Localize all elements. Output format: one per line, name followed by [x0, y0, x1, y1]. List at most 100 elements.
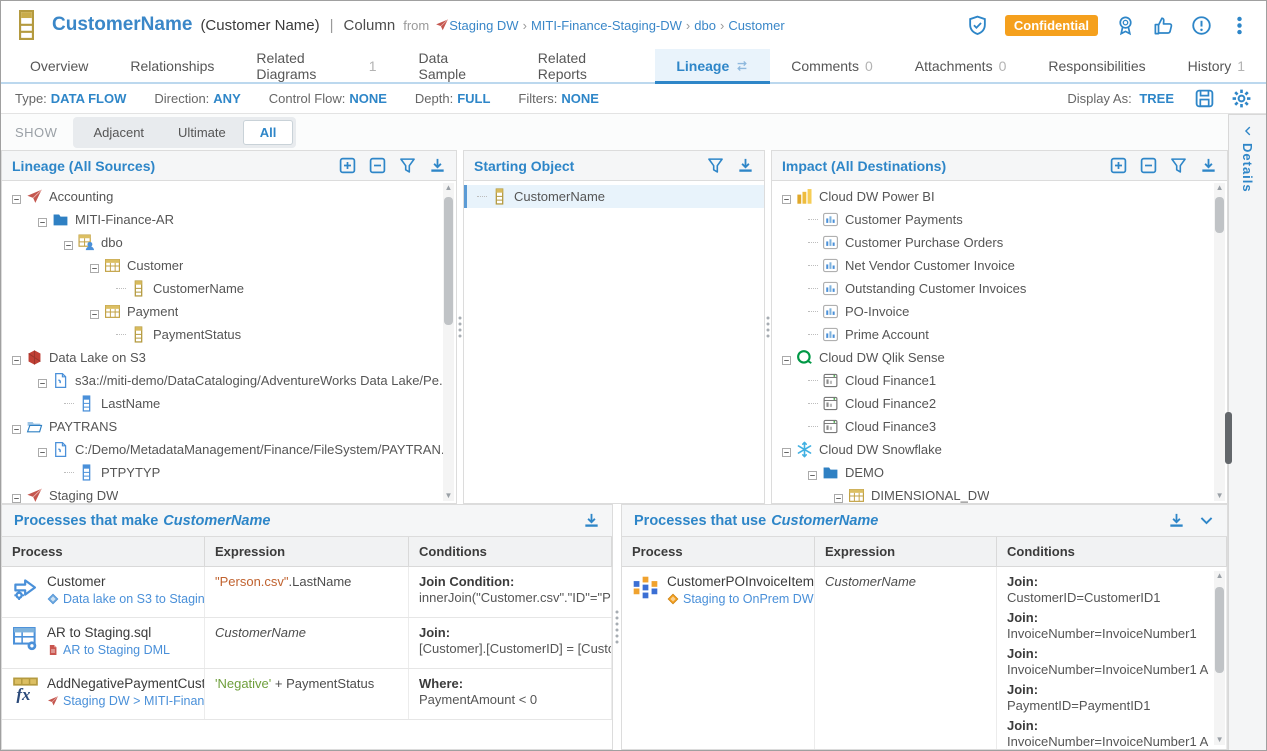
filter-filters-[interactable]: Filters:NONE	[518, 91, 599, 106]
kebab-menu-icon[interactable]	[1229, 15, 1250, 36]
filter-icon[interactable]	[707, 157, 724, 174]
download-icon[interactable]	[1168, 512, 1185, 529]
tree-item[interactable]: MITI-Finance-AR	[2, 208, 456, 231]
process-sublink[interactable]: Data lake on S3 to Staging	[47, 592, 194, 606]
award-ribbon-icon[interactable]	[1115, 15, 1136, 36]
filter-value[interactable]: ANY	[213, 91, 240, 106]
tree-item[interactable]: Cloud DW Qlik Sense	[772, 346, 1227, 369]
tree-expander[interactable]	[834, 491, 843, 500]
tree-item[interactable]: DIMENSIONAL_DW	[772, 484, 1227, 503]
tree-item[interactable]: Accounting	[2, 185, 456, 208]
process-sublink-label[interactable]: Staging DW > MITI-Finance	[63, 694, 205, 708]
tree-item-label[interactable]: DIMENSIONAL_DW	[871, 488, 989, 503]
tree-item-label[interactable]: Net Vendor Customer Invoice	[845, 258, 1015, 273]
tree-expander[interactable]	[90, 307, 99, 316]
tree-item[interactable]: s3a://miti-demo/DataCataloging/Adventure…	[2, 369, 456, 392]
tree-item-label[interactable]: Staging DW	[49, 488, 118, 503]
display-as-value[interactable]: TREE	[1139, 91, 1174, 106]
column-header-process[interactable]: Process	[622, 537, 815, 566]
tree-expander[interactable]	[12, 491, 21, 500]
tree-item-label[interactable]: Cloud DW Snowflake	[819, 442, 942, 457]
process-sublink-label[interactable]: AR to Staging DML	[63, 643, 170, 657]
tree-item-label[interactable]: LastName	[101, 396, 160, 411]
show-option-adjacent[interactable]: Adjacent	[76, 120, 161, 145]
filter-direction-[interactable]: Direction:ANY	[154, 91, 240, 106]
sources-scrollbar[interactable]: ▲ ▼	[443, 183, 454, 501]
tab-related-diagrams[interactable]: Related Diagrams1	[235, 49, 397, 82]
tree-item[interactable]: Staging DW	[2, 484, 456, 503]
tree-item-label[interactable]: Customer Purchase Orders	[845, 235, 1003, 250]
filter-control-flow-[interactable]: Control Flow:NONE	[269, 91, 387, 106]
tree-item-label[interactable]: Customer	[127, 258, 183, 273]
tree-item[interactable]: PaymentStatus	[2, 323, 456, 346]
scroll-down-arrow[interactable]: ▼	[445, 491, 453, 501]
tree-item[interactable]: C:/Demo/MetadataManagement/Finance/FileS…	[2, 438, 456, 461]
thumbs-up-icon[interactable]	[1153, 15, 1174, 36]
tree-item-label[interactable]: Data Lake on S3	[49, 350, 146, 365]
tab-comments[interactable]: Comments0	[770, 49, 893, 82]
tab-data-sample[interactable]: Data Sample	[398, 49, 517, 82]
tree-item-label[interactable]: Accounting	[49, 189, 113, 204]
panel-resizer[interactable]	[457, 150, 463, 504]
tree-item-label[interactable]: Outstanding Customer Invoices	[845, 281, 1026, 296]
tree-item-label[interactable]: Cloud DW Power BI	[819, 189, 935, 204]
download-icon[interactable]	[737, 157, 754, 174]
tab-related-reports[interactable]: Related Reports	[517, 49, 656, 82]
filter-icon[interactable]	[399, 157, 416, 174]
filter-value[interactable]: NONE	[561, 91, 599, 106]
panel-resizer[interactable]	[765, 150, 771, 504]
scrollbar-thumb[interactable]	[1215, 197, 1224, 233]
tree-item-label[interactable]: PAYTRANS	[49, 419, 117, 434]
filter-value[interactable]: DATA FLOW	[51, 91, 127, 106]
tree-item-label[interactable]: dbo	[101, 235, 123, 250]
process-sublink-label[interactable]: Staging to OnPrem DW > S	[683, 592, 815, 606]
tab-overview[interactable]: Overview	[9, 49, 109, 82]
tree-item-label[interactable]: PaymentStatus	[153, 327, 241, 342]
tree-item-label[interactable]: Cloud DW Qlik Sense	[819, 350, 945, 365]
tree-item[interactable]: Cloud DW Power BI	[772, 185, 1227, 208]
tab-history[interactable]: History1	[1167, 49, 1266, 82]
tree-item[interactable]: Net Vendor Customer Invoice	[772, 254, 1227, 277]
scroll-up-arrow[interactable]: ▲	[1216, 183, 1224, 193]
filter-value[interactable]: NONE	[349, 91, 387, 106]
process-sublink[interactable]: Staging to OnPrem DW > S	[667, 592, 804, 606]
scroll-down-arrow[interactable]: ▼	[1216, 735, 1224, 745]
tree-expander[interactable]	[12, 192, 21, 201]
chevron-left-icon[interactable]	[1242, 125, 1254, 137]
tree-expander[interactable]	[782, 192, 791, 201]
process-sublink-label[interactable]: Data lake on S3 to Staging	[63, 592, 205, 606]
tree-item[interactable]: CustomerName	[2, 277, 456, 300]
tree-item-label[interactable]: DEMO	[845, 465, 884, 480]
breadcrumb-item[interactable]: Customer	[728, 18, 784, 33]
tree-item-label[interactable]: Cloud Finance2	[845, 396, 936, 411]
breadcrumb-item[interactable]: dbo	[694, 18, 716, 33]
tree-item[interactable]: Customer	[2, 254, 456, 277]
tab-lineage[interactable]: Lineage	[655, 49, 770, 82]
show-option-all[interactable]: All	[243, 120, 294, 145]
tree-expander[interactable]	[90, 261, 99, 270]
tree-item-label[interactable]: CustomerName	[153, 281, 244, 296]
tree-item[interactable]: Data Lake on S3	[2, 346, 456, 369]
tab-responsibilities[interactable]: Responsibilities	[1027, 49, 1166, 82]
tree-expander[interactable]	[38, 376, 47, 385]
show-option-ultimate[interactable]: Ultimate	[161, 120, 243, 145]
download-icon[interactable]	[583, 512, 600, 529]
tree-item-label[interactable]: Prime Account	[845, 327, 929, 342]
tree-expander[interactable]	[782, 445, 791, 454]
tree-item[interactable]: DEMO	[772, 461, 1227, 484]
breadcrumb-item[interactable]: MITI-Finance-Staging-DW	[531, 18, 682, 33]
tree-expander[interactable]	[38, 445, 47, 454]
tree-item-label[interactable]: PTPYTYP	[101, 465, 160, 480]
process-name[interactable]: Customer	[47, 574, 194, 589]
scrollbar-thumb[interactable]	[444, 197, 453, 325]
tree-expander[interactable]	[64, 238, 73, 247]
process-sublink[interactable]: Staging DW > MITI-Finance	[47, 694, 194, 708]
tree-item[interactable]: CustomerName	[464, 185, 764, 208]
tab-attachments[interactable]: Attachments0	[894, 49, 1028, 82]
column-header-conditions[interactable]: Conditions	[997, 537, 1227, 566]
tree-item-label[interactable]: MITI-Finance-AR	[75, 212, 174, 227]
tree-item[interactable]: PAYTRANS	[2, 415, 456, 438]
details-sidebar-tab[interactable]: Details	[1228, 114, 1266, 750]
column-header-process[interactable]: Process	[2, 537, 205, 566]
tree-item-label[interactable]: Payment	[127, 304, 178, 319]
